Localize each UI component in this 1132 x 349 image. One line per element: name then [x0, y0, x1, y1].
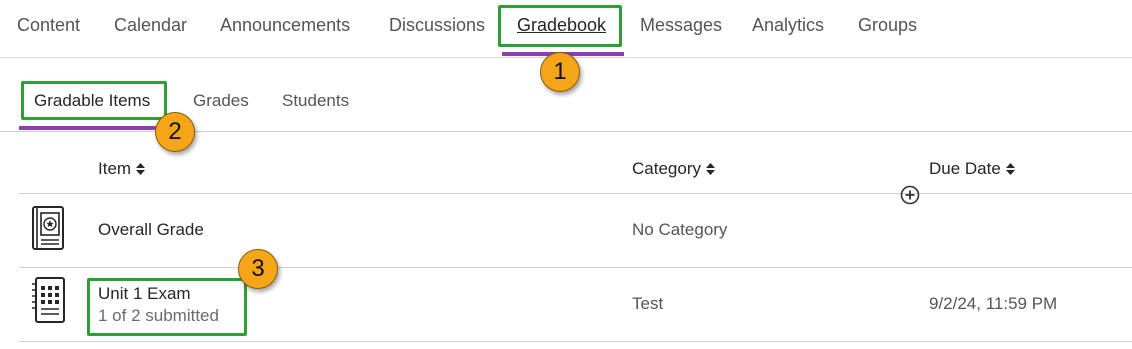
- table-row[interactable]: Overall Grade No Category: [19, 194, 1132, 268]
- column-header-category[interactable]: Category: [632, 158, 715, 180]
- sort-icon: [1005, 163, 1015, 175]
- column-header-category-label: Category: [632, 159, 701, 178]
- tab-announcements[interactable]: Announcements: [220, 14, 350, 36]
- callout-badge-2: 2: [155, 112, 195, 152]
- tab-calendar[interactable]: Calendar: [114, 14, 187, 36]
- test-calculator-icon: [32, 277, 65, 323]
- item-category: No Category: [632, 220, 728, 239]
- item-due-date: 9/2/24, 11:59 PM: [929, 294, 1058, 313]
- item-category: Test: [632, 294, 664, 313]
- column-header-item[interactable]: Item: [98, 158, 146, 180]
- callout-badge-1: 1: [540, 52, 580, 92]
- item-title[interactable]: Overall Grade: [98, 219, 204, 241]
- column-header-due-date[interactable]: Due Date: [929, 158, 1015, 180]
- overall-grade-icon: [32, 206, 64, 250]
- table-header: Item Category Due Date: [19, 150, 1132, 194]
- tab-analytics[interactable]: Analytics: [752, 14, 824, 36]
- column-header-due-date-label: Due Date: [929, 159, 1001, 178]
- active-subtab-indicator: [19, 126, 170, 130]
- sort-icon: [705, 163, 715, 175]
- gradebook-highlight-box: [498, 5, 622, 47]
- tab-content[interactable]: Content: [17, 14, 80, 36]
- tab-discussions[interactable]: Discussions: [389, 14, 485, 36]
- gradable-items-highlight-box: [21, 81, 167, 120]
- callout-badge-3: 3: [238, 249, 278, 289]
- tab-students[interactable]: Students: [282, 90, 349, 112]
- unit-exam-highlight-box: [87, 278, 247, 336]
- tab-messages[interactable]: Messages: [640, 14, 722, 36]
- tab-grades[interactable]: Grades: [193, 90, 249, 112]
- tab-groups[interactable]: Groups: [858, 14, 917, 36]
- column-header-item-label: Item: [98, 159, 132, 178]
- sort-icon: [136, 163, 146, 175]
